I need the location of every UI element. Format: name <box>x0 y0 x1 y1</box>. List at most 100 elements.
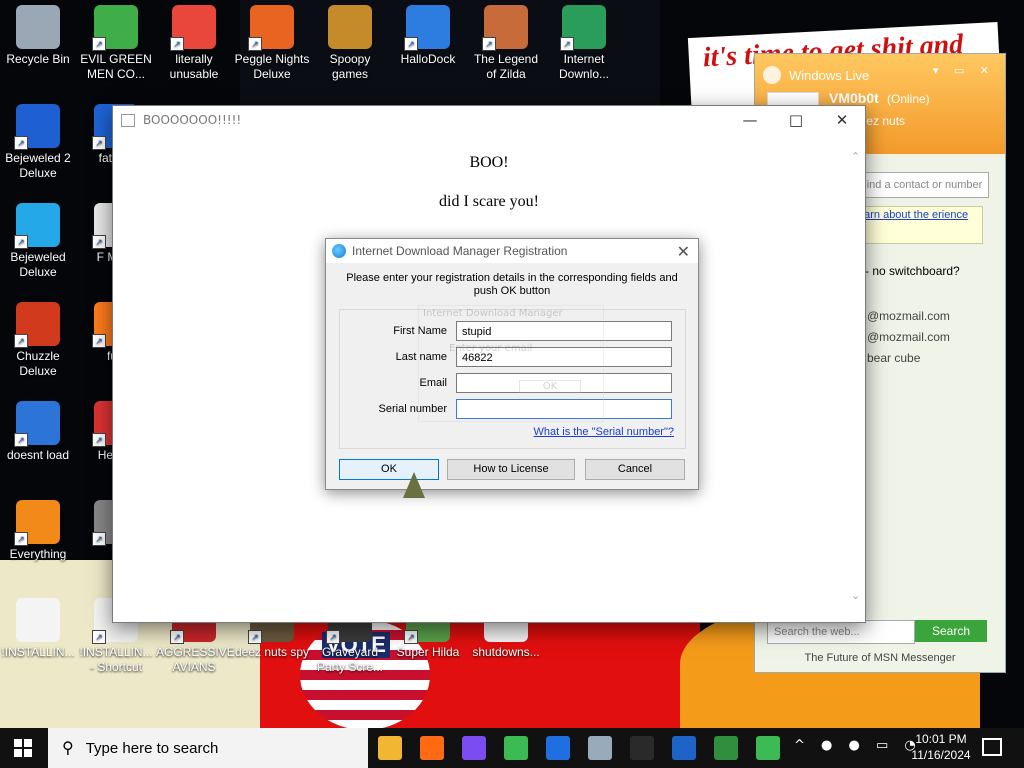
msn-search-button[interactable]: Search <box>915 620 987 642</box>
msn-brand: Windows Live <box>789 68 870 83</box>
taskbar-app-icon[interactable] <box>672 736 696 760</box>
desktop-icon[interactable]: ↗ HalloDock <box>390 5 466 67</box>
ghost-dialog-text: Enter your email <box>449 343 533 354</box>
msn-window-controls[interactable]: ▾ ▭ ✕ <box>933 64 995 77</box>
desktop-icon-label: doesnt load <box>6 448 70 462</box>
app-icon: ↗ <box>14 302 60 348</box>
taskbar-search-box[interactable]: ⚲ Type here to search <box>48 728 368 768</box>
shortcut-arrow-icon: ↗ <box>482 37 496 51</box>
desktop-icon-label: Internet Downlo... <box>558 52 610 81</box>
desktop-icon[interactable]: ↗ EVIL GREEN MEN CO... <box>78 5 154 82</box>
shortcut-arrow-icon: ↗ <box>170 630 184 644</box>
shortcut-arrow-icon: ↗ <box>92 532 106 546</box>
shortcut-arrow-icon: ↗ <box>404 37 418 51</box>
taskbar-app-icon[interactable] <box>630 736 654 760</box>
app-icon <box>16 5 60 49</box>
taskbar-app-icon[interactable] <box>420 736 444 760</box>
app-icon: ↗ <box>92 5 138 51</box>
start-button[interactable] <box>14 739 32 757</box>
taskbar-app-icon[interactable] <box>462 736 486 760</box>
taskbar-app-icon[interactable] <box>378 736 402 760</box>
clock[interactable]: 10:01 PM 11/16/2024 <box>906 731 976 763</box>
msn-footer: The Future of MSN Messenger <box>804 652 956 664</box>
shortcut-arrow-icon: ↗ <box>92 630 106 644</box>
desktop-icon[interactable]: Spoopy games <box>312 5 388 82</box>
dialog-prompt: Please enter your registration details i… <box>346 272 678 297</box>
dialog-title-bar[interactable]: Internet Download Manager Registration ✕ <box>326 239 698 263</box>
close-icon[interactable]: ✕ <box>819 106 865 134</box>
shortcut-arrow-icon: ↗ <box>248 37 262 51</box>
app-icon: ↗ <box>404 5 450 51</box>
app-icon: ↗ <box>14 104 60 150</box>
desktop-icon[interactable]: ↗ Peggle Nights Deluxe <box>234 5 310 82</box>
msn-contact-search-input[interactable]: Find a contact or number <box>855 172 989 198</box>
msn-contact[interactable]: @mozmail.com <box>867 327 950 348</box>
tray-icons[interactable]: ^ ● ● ▭ ◔ <box>794 738 922 753</box>
shortcut-arrow-icon: ↗ <box>14 235 28 249</box>
desktop-icon[interactable]: ↗ Everything <box>0 500 76 562</box>
app-icon: ↗ <box>170 5 216 51</box>
desktop-icon[interactable]: ↗ The Legend of Zilda <box>468 5 544 82</box>
app-icon: ↗ <box>14 500 60 546</box>
taskbar-app-icon[interactable] <box>588 736 612 760</box>
idm-globe-icon <box>332 244 346 258</box>
serial-help-link[interactable]: What is the "Serial number"? <box>534 426 674 438</box>
shortcut-arrow-icon: ↗ <box>404 630 418 644</box>
shortcut-arrow-icon: ↗ <box>326 630 340 644</box>
msn-learn-link[interactable]: earn about the erience <box>855 206 983 244</box>
desktop-icon-label: Everything <box>9 547 67 561</box>
minimize-icon[interactable]: — <box>727 106 773 134</box>
desktop-icon[interactable]: Recycle Bin <box>0 5 76 67</box>
desktop-icon[interactable]: ↗ literally unusable <box>156 5 232 82</box>
dialog-title: Internet Download Manager Registration <box>352 244 568 258</box>
shortcut-arrow-icon: ↗ <box>92 433 106 447</box>
scroll-up-icon[interactable]: ⌃ <box>851 150 860 163</box>
desktop-icon-label: Chuzzle Deluxe <box>16 349 60 378</box>
taskbar-app-icon[interactable] <box>714 736 738 760</box>
scroll-down-icon[interactable]: ⌄ <box>851 589 860 602</box>
scare-text: did I scare you! <box>439 193 539 210</box>
desktop-icon[interactable]: ↗ doesnt load <box>0 401 76 463</box>
msn-status[interactable]: (Online) <box>887 92 930 106</box>
desktop-icon-label: EVIL GREEN MEN CO... <box>80 52 152 81</box>
desktop-icon[interactable]: !INSTALLIN... <box>0 598 76 660</box>
maximize-icon[interactable]: □ <box>773 106 819 134</box>
app-icon <box>16 598 60 642</box>
boo-text: BOO! <box>469 154 509 171</box>
desktop-icon-label: HalloDock <box>400 52 456 66</box>
shortcut-arrow-icon: ↗ <box>92 235 106 249</box>
cancel-button[interactable]: Cancel <box>585 459 685 480</box>
desktop-icon-label: literally unusable <box>169 52 219 81</box>
msn-contact[interactable]: bear cube <box>867 348 950 369</box>
desktop-icon-label: The Legend of Zilda <box>473 52 539 81</box>
app-icon: ↗ <box>14 203 60 249</box>
shortcut-arrow-icon: ↗ <box>14 433 28 447</box>
how-to-license-button[interactable]: How to License <box>447 459 575 480</box>
desktop-icon-label: Recycle Bin <box>6 52 70 66</box>
app-icon: ↗ <box>482 5 528 51</box>
taskbar: ⚲ Type here to search ^ ● ● ▭ ◔ 10:01 PM… <box>0 728 1024 768</box>
shortcut-arrow-icon: ↗ <box>92 37 106 51</box>
app-icon <box>328 5 372 49</box>
taskbar-app-icon[interactable] <box>756 736 780 760</box>
taskbar-app-icon[interactable] <box>504 736 528 760</box>
desktop-icon[interactable]: ↗ Bejeweled Deluxe <box>0 203 76 280</box>
desktop-icon[interactable]: ↗ Chuzzle Deluxe <box>0 302 76 379</box>
scrollbar[interactable]: ⌃ ⌄ <box>848 146 865 606</box>
msn-username[interactable]: VM0b0t <box>829 90 879 106</box>
desktop-icon[interactable]: ↗ Bejeweled 2 Deluxe <box>0 104 76 181</box>
app-icon: ↗ <box>248 5 294 51</box>
desktop-icon-label: !INSTALLIN... <box>1 645 75 659</box>
desktop-icon[interactable]: ↗ Internet Downlo... <box>546 5 622 82</box>
msn-contact[interactable]: @mozmail.com <box>867 306 950 327</box>
taskbar-search-placeholder: Type here to search <box>85 739 219 757</box>
desktop-icon-label: shutdowns... <box>472 645 540 659</box>
window-app-icon <box>121 113 135 127</box>
msn-no-switchboard: - no switchboard? <box>865 264 960 278</box>
msn-web-search-input[interactable]: Search the web... <box>767 620 915 644</box>
notification-icon[interactable] <box>982 738 1002 756</box>
close-icon[interactable]: ✕ <box>677 242 690 262</box>
shortcut-arrow-icon: ↗ <box>14 136 28 150</box>
taskbar-app-icon[interactable] <box>546 736 570 760</box>
desktop-icon-label: Graveyard Party Scre... <box>316 645 384 674</box>
